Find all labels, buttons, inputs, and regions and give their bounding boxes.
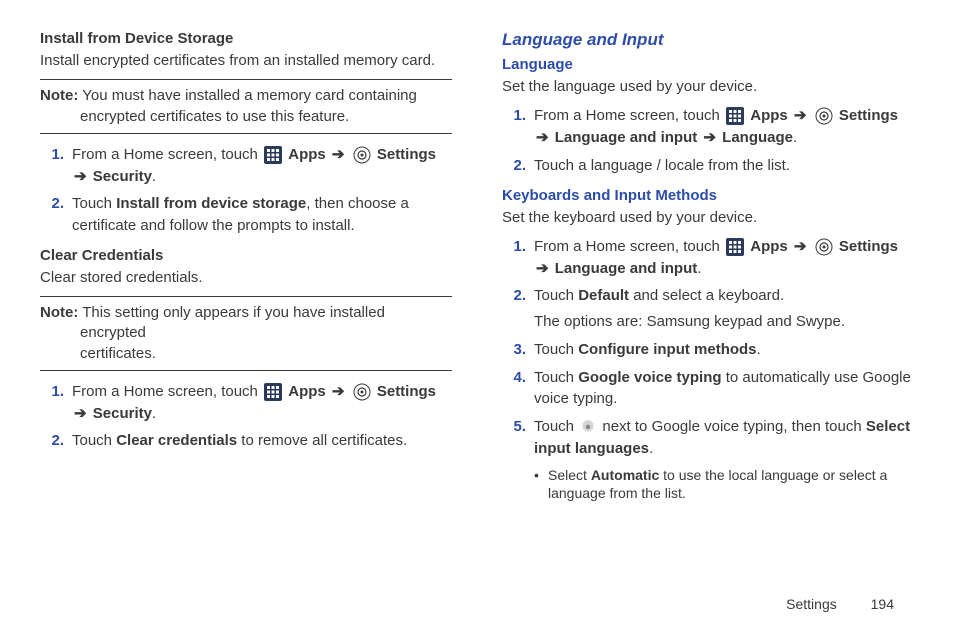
note-text-line2: encrypted certificates to use this featu…: [80, 107, 452, 127]
gear-icon: [580, 419, 596, 435]
apps-icon: [726, 107, 744, 125]
security-label: Security: [93, 168, 152, 185]
step-content: Touch next to Google voice typing, then …: [534, 416, 914, 503]
list-item: 2. Touch Install from device storage, th…: [40, 193, 452, 237]
page-footer: Settings 194: [786, 596, 894, 612]
settings-icon: [353, 383, 371, 401]
note-box-1: Note: You must have installed a memory c…: [40, 79, 452, 134]
settings-label: Settings: [377, 383, 436, 400]
clear-steps: 1. From a Home screen, touch Apps ➔ Sett…: [40, 381, 452, 452]
settings-label: Settings: [839, 238, 898, 255]
bullet-icon: •: [534, 466, 548, 504]
step-content: Touch Configure input methods.: [534, 339, 914, 361]
note-label: Note:: [40, 87, 78, 104]
left-column: Install from Device Storage Install encr…: [40, 30, 452, 513]
security-label: Security: [93, 405, 152, 422]
note-text: This setting only appears if you have in…: [80, 304, 385, 341]
arrow-icon: ➔: [794, 238, 807, 255]
step-content: From a Home screen, touch Apps ➔ Setting…: [534, 236, 914, 280]
lang-input-label: Language and input: [555, 260, 698, 277]
step-content: Touch Clear credentials to remove all ce…: [72, 430, 452, 452]
apps-label: Apps: [288, 146, 326, 163]
list-item: 2. Touch a language / locale from the li…: [502, 155, 914, 177]
list-item: 3. Touch Configure input methods.: [502, 339, 914, 361]
step-number: 1.: [40, 381, 72, 425]
list-item: 2. Touch Clear credentials to remove all…: [40, 430, 452, 452]
right-column: Language and Input Language Set the lang…: [502, 30, 914, 513]
step-number: 2.: [40, 193, 72, 237]
install-heading: Install from Device Storage: [40, 30, 452, 47]
arrow-icon: ➔: [536, 260, 549, 277]
language-body: Set the language used by your device.: [502, 77, 914, 97]
arrow-icon: ➔: [332, 146, 345, 163]
settings-icon: [815, 238, 833, 256]
list-item: 1. From a Home screen, touch Apps ➔ Sett…: [502, 236, 914, 280]
keyboards-steps: 1. From a Home screen, touch Apps ➔ Sett…: [502, 236, 914, 504]
step-number: 4.: [502, 367, 534, 411]
language-heading: Language: [502, 56, 914, 73]
apps-icon: [726, 238, 744, 256]
step-content: Touch a language / locale from the list.: [534, 155, 914, 177]
arrow-icon: ➔: [536, 129, 549, 146]
apps-icon: [264, 383, 282, 401]
arrow-icon: ➔: [74, 405, 87, 422]
step-number: 1.: [40, 144, 72, 188]
lang-input-label: Language and input: [555, 129, 698, 146]
step-number: 2.: [40, 430, 72, 452]
step-number: 2.: [502, 285, 534, 333]
list-item: 1. From a Home screen, touch Apps ➔ Sett…: [40, 144, 452, 188]
note-text: You must have installed a memory card co…: [82, 87, 417, 104]
list-item: 2. Touch Default and select a keyboard. …: [502, 285, 914, 333]
page-columns: Install from Device Storage Install encr…: [40, 30, 914, 513]
apps-label: Apps: [750, 107, 788, 124]
note-text-line2: certificates.: [80, 344, 452, 364]
language-steps: 1. From a Home screen, touch Apps ➔ Sett…: [502, 105, 914, 176]
settings-icon: [353, 146, 371, 164]
clear-body: Clear stored credentials.: [40, 268, 452, 288]
language-label: Language: [722, 129, 793, 146]
step-number: 2.: [502, 155, 534, 177]
step-content: Touch Default and select a keyboard. The…: [534, 285, 914, 333]
step-number: 3.: [502, 339, 534, 361]
apps-label: Apps: [288, 383, 326, 400]
list-item: 4. Touch Google voice typing to automati…: [502, 367, 914, 411]
keyboards-body: Set the keyboard used by your device.: [502, 208, 914, 228]
settings-icon: [815, 107, 833, 125]
install-steps: 1. From a Home screen, touch Apps ➔ Sett…: [40, 144, 452, 237]
step-content: Touch Google voice typing to automatical…: [534, 367, 914, 411]
step-content: From a Home screen, touch Apps ➔ Setting…: [72, 144, 452, 188]
settings-label: Settings: [377, 146, 436, 163]
arrow-icon: ➔: [703, 129, 716, 146]
list-item: 5. Touch next to Google voice typing, th…: [502, 416, 914, 503]
arrow-icon: ➔: [74, 168, 87, 185]
page-number: 194: [871, 596, 894, 612]
arrow-icon: ➔: [794, 107, 807, 124]
apps-label: Apps: [750, 238, 788, 255]
step-number: 1.: [502, 105, 534, 149]
install-body: Install encrypted certificates from an i…: [40, 51, 452, 71]
arrow-icon: ➔: [332, 383, 345, 400]
keyboards-heading: Keyboards and Input Methods: [502, 187, 914, 204]
apps-icon: [264, 146, 282, 164]
step-content: Touch Install from device storage, then …: [72, 193, 452, 237]
settings-label: Settings: [839, 107, 898, 124]
step-number: 1.: [502, 236, 534, 280]
note-box-2: Note: This setting only appears if you h…: [40, 296, 452, 371]
list-item: 1. From a Home screen, touch Apps ➔ Sett…: [502, 105, 914, 149]
clear-heading: Clear Credentials: [40, 247, 452, 264]
language-and-input-heading: Language and Input: [502, 30, 914, 50]
footer-section: Settings: [786, 596, 837, 612]
step-content: From a Home screen, touch Apps ➔ Setting…: [72, 381, 452, 425]
sub-item: • Select Automatic to use the local lang…: [534, 466, 914, 504]
list-item: 1. From a Home screen, touch Apps ➔ Sett…: [40, 381, 452, 425]
step-content: From a Home screen, touch Apps ➔ Setting…: [534, 105, 914, 149]
step-number: 5.: [502, 416, 534, 503]
note-label: Note:: [40, 304, 78, 321]
